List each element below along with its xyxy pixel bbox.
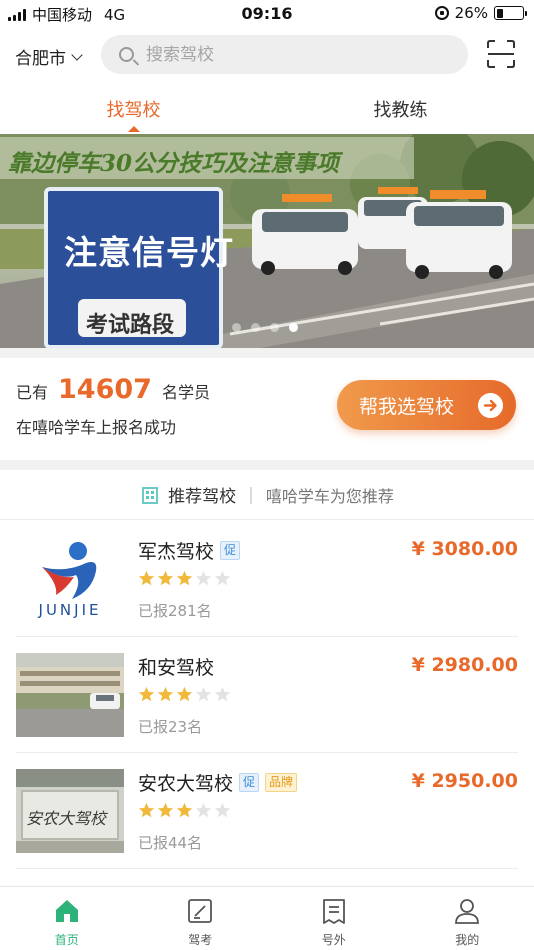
school-price: ¥ 2950.00 — [411, 770, 518, 792]
star-empty-icon — [214, 802, 231, 818]
brand-badge: 品牌 — [265, 773, 298, 792]
sign-subtext: 考试路段 — [86, 313, 175, 338]
banner-caption: 靠边停车30公分技巧及注意事项 — [8, 150, 340, 177]
enrolled-count: 已报281名 — [138, 602, 212, 620]
nav-profile-label: 我的 — [455, 933, 480, 947]
school-list-item[interactable]: JUNJIE 军杰驾校 促 已报281名 ¥ 3080.00 — [0, 521, 534, 637]
stats-prefix: 已有 — [16, 383, 49, 402]
student-count: 14607 — [58, 374, 152, 405]
search-bar[interactable] — [101, 35, 468, 74]
building-icon — [142, 486, 159, 504]
recommend-subtitle: 嘻哈学车为您推荐 — [265, 486, 394, 506]
cta-label: 帮我选驾校 — [359, 395, 455, 418]
carousel-dot[interactable] — [270, 323, 279, 332]
star-empty-icon — [195, 570, 212, 586]
rotation-lock-icon — [434, 6, 449, 20]
tab-find-coach[interactable]: 找教练 — [267, 80, 534, 132]
rating-stars — [138, 802, 231, 819]
home-icon — [55, 900, 78, 922]
enrolled-count: 已报23名 — [138, 718, 203, 736]
tab-bar: 找驾校 找教练 — [0, 80, 534, 132]
photo-sign-text: 安农大驾校 — [26, 809, 107, 828]
tab-find-school[interactable]: 找驾校 — [0, 80, 267, 132]
city-label: 合肥市 — [15, 49, 66, 69]
chevron-down-icon — [71, 48, 83, 61]
promo-badge: 促 — [220, 541, 241, 560]
school-name: 安农大驾校 — [138, 773, 234, 795]
school-photo — [16, 653, 124, 737]
star-icon — [138, 686, 155, 702]
school-list-item[interactable]: 安农大驾校 安农大驾校 促 品牌 已报44名 ¥ 2950.00 — [0, 753, 534, 869]
header: 合肥市 — [0, 30, 534, 80]
recommend-header: 推荐驾校 | 嘻哈学车为您推荐 — [0, 470, 534, 520]
nav-news[interactable]: 号外 — [267, 887, 401, 950]
nav-news-label: 号外 — [321, 933, 346, 947]
search-icon — [119, 47, 134, 62]
logo-text: JUNJIE — [38, 601, 102, 619]
city-selector[interactable]: 合肥市 — [15, 44, 83, 69]
star-empty-icon — [214, 570, 231, 586]
promo-badge: 促 — [239, 773, 260, 792]
scan-icon[interactable] — [486, 39, 516, 69]
item-divider — [16, 868, 518, 869]
rating-stars — [138, 570, 231, 587]
rating-stars — [138, 686, 231, 703]
school-price: ¥ 3080.00 — [411, 538, 518, 560]
exam-icon — [188, 899, 213, 923]
nav-exam-label: 驾考 — [188, 933, 213, 947]
star-empty-icon — [195, 686, 212, 702]
school-list-item[interactable]: 和安驾校 已报23名 ¥ 2980.00 — [0, 637, 534, 753]
arrow-right-icon — [478, 393, 503, 418]
star-icon — [157, 686, 174, 702]
star-empty-icon — [195, 802, 212, 818]
battery-icon — [494, 6, 527, 20]
school-name: 和安驾校 — [138, 657, 215, 679]
school-photo: 安农大驾校 — [16, 769, 124, 853]
search-input[interactable] — [146, 44, 426, 65]
star-icon — [176, 686, 193, 702]
recommend-separator: | — [248, 484, 254, 505]
help-choose-school-button[interactable]: 帮我选驾校 — [337, 380, 516, 430]
star-icon — [157, 802, 174, 818]
stats-line: 已有 14607 名学员 — [16, 374, 210, 405]
star-icon — [157, 570, 174, 586]
sign-text: 注意信号灯 — [64, 233, 234, 272]
status-right: 26% — [434, 4, 527, 22]
school-logo: JUNJIE — [16, 537, 124, 621]
star-icon — [138, 570, 155, 586]
star-icon — [176, 570, 193, 586]
carousel-dots — [232, 323, 298, 332]
news-icon — [322, 899, 345, 924]
stats-description: 在嘻哈学车上报名成功 — [16, 418, 177, 437]
carousel-dot[interactable] — [251, 323, 260, 332]
carousel-dot-active[interactable] — [289, 323, 298, 332]
battery-percent: 26% — [454, 4, 488, 22]
nav-exam[interactable]: 驾考 — [134, 887, 268, 950]
school-name-row: 安农大驾校 促 品牌 — [138, 769, 298, 796]
star-empty-icon — [214, 686, 231, 702]
star-icon — [176, 802, 193, 818]
nav-home[interactable]: 首页 — [0, 887, 134, 950]
school-name-row: 军杰驾校 促 — [138, 537, 241, 564]
school-name: 军杰驾校 — [138, 541, 215, 563]
profile-icon — [455, 899, 480, 924]
stats-section: 已有 14607 名学员 在嘻哈学车上报名成功 帮我选驾校 — [0, 358, 534, 458]
school-price: ¥ 2980.00 — [411, 654, 518, 676]
section-divider — [0, 348, 534, 358]
stats-suffix: 名学员 — [161, 383, 210, 402]
nav-home-label: 首页 — [54, 933, 79, 947]
banner-carousel[interactable]: 靠边停车30公分技巧及注意事项 注意信号灯 考试路段 — [0, 134, 534, 348]
enrolled-count: 已报44名 — [138, 834, 203, 852]
bottom-nav: 首页 驾考 号外 我的 — [0, 886, 534, 950]
school-name-row: 和安驾校 — [138, 653, 214, 680]
nav-profile[interactable]: 我的 — [401, 887, 534, 950]
carousel-dot[interactable] — [232, 323, 241, 332]
section-divider — [0, 460, 534, 470]
status-bar: 中国移动 4G 09:16 26% — [0, 0, 534, 28]
recommend-title: 推荐驾校 — [168, 487, 237, 507]
star-icon — [138, 802, 155, 818]
